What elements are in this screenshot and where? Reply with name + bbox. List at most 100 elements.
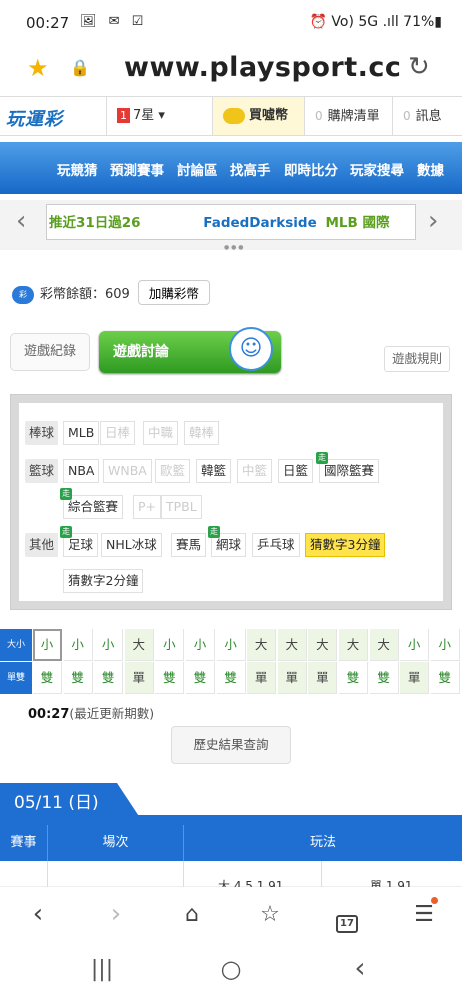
category-nhl[interactable]: NHL冰球 bbox=[101, 533, 162, 557]
menu-icon[interactable]: ☰ bbox=[404, 902, 444, 927]
lock-icon[interactable]: 🔒 bbox=[70, 58, 90, 77]
category-row-basketball: 籃球 NBA WNBA 歐籃 韓籃 中籃 日籃 走國際籃賽 bbox=[19, 452, 443, 485]
trend-parity-cell: 雙 bbox=[216, 662, 246, 694]
category-euro-basketball: 歐籃 bbox=[155, 459, 191, 483]
forward-icon: › bbox=[110, 899, 122, 929]
tab-game-records[interactable]: 遊戲紀錄 bbox=[10, 333, 90, 371]
site-logo[interactable]: 玩運彩 bbox=[6, 105, 63, 131]
trend-size-cell: 小 bbox=[216, 629, 246, 661]
chevron-left-icon[interactable]: ‹ bbox=[16, 206, 26, 236]
trend-size-cell: 小 bbox=[63, 629, 93, 661]
trend-size-cell: 小 bbox=[155, 629, 185, 661]
coin-balance: 彩彩幣餘額：609 加購彩幣 bbox=[12, 280, 210, 306]
category-nba[interactable]: NBA bbox=[63, 459, 100, 483]
category-kbo: 韓棒 bbox=[184, 421, 220, 445]
trend-parity-cell: 雙 bbox=[430, 662, 460, 694]
nav-item-experts[interactable]: 找高手 bbox=[230, 159, 271, 179]
menu-notification-dot bbox=[431, 897, 438, 904]
live-badge: 走 bbox=[60, 526, 72, 538]
category-mlb[interactable]: MLB bbox=[63, 421, 100, 445]
home-circle-icon[interactable]: ○ bbox=[211, 955, 251, 983]
category-guess-number-2min[interactable]: 猜數字2分鐘 bbox=[63, 569, 144, 593]
category-bleague[interactable]: 日籃 bbox=[278, 459, 314, 483]
game-rules-button[interactable]: 遊戲規則 bbox=[384, 346, 450, 372]
tab-game-discussion[interactable]: 遊戲討論 ☺ bbox=[99, 327, 281, 373]
bookmarks-icon[interactable]: ☆ bbox=[250, 902, 290, 927]
category-row-other: 其他 走足球 NHL冰球 賽馬 走網球 乒乓球 猜數字3分鐘 bbox=[19, 526, 443, 559]
lottery-coin-icon: 彩 bbox=[12, 285, 34, 304]
url-text[interactable]: www.playsport.cc bbox=[124, 52, 401, 83]
main-nav: 玩競猜 預測賽事 討論區 找高手 即時比分 玩家搜尋 數據 bbox=[0, 142, 462, 194]
ticker-box[interactable]: 推近31日過26 FadedDarkside MLB 國際 bbox=[46, 204, 416, 240]
chevron-down-icon: ▾ bbox=[158, 108, 165, 123]
system-nav-bar: ||| ○ ‹ bbox=[0, 943, 462, 1000]
category-guess-number-3min[interactable]: 猜數字3分鐘 bbox=[305, 533, 386, 557]
balance-text: 彩幣餘額：609 bbox=[40, 287, 130, 302]
reload-icon[interactable]: ↻ bbox=[408, 52, 430, 82]
trend-size-cell: 大 bbox=[124, 629, 154, 661]
trend-size-cell: 小 bbox=[33, 629, 62, 661]
category-tennis[interactable]: 走網球 bbox=[208, 526, 247, 557]
trend-size-cell: 大 bbox=[339, 629, 368, 661]
nav-item-data[interactable]: 數據 bbox=[417, 159, 444, 179]
messages-count: 0 bbox=[403, 109, 411, 123]
back-icon[interactable]: ‹ bbox=[18, 899, 58, 929]
bookmark-star-icon[interactable]: ★ bbox=[27, 54, 49, 82]
nav-item-forum[interactable]: 討論區 bbox=[177, 159, 218, 179]
buy-coins-label: 買噓幣 bbox=[249, 108, 289, 123]
category-tennis-label: 網球 bbox=[216, 537, 242, 552]
home-icon[interactable]: ⌂ bbox=[172, 902, 212, 927]
cart-button[interactable]: 0 購牌清單 bbox=[304, 97, 392, 135]
tabs-button[interactable]: 17 bbox=[327, 903, 367, 933]
category-sbl: 中籃 bbox=[237, 459, 273, 483]
nav-item-guess[interactable]: 玩競猜 bbox=[57, 159, 98, 179]
nav-item-player-search[interactable]: 玩家搜尋 bbox=[350, 159, 404, 179]
trend-parity-label: 單雙 bbox=[0, 662, 32, 694]
trend-size-cell: 大 bbox=[247, 629, 277, 661]
messages-button[interactable]: 0 訊息 bbox=[392, 97, 462, 135]
nav-item-live-score[interactable]: 即時比分 bbox=[284, 159, 338, 179]
trend-size-cell: 大 bbox=[369, 629, 399, 661]
last-update-time: 00:27 bbox=[28, 707, 70, 722]
trend-size-cell: 小 bbox=[400, 629, 430, 661]
nav-item-predict[interactable]: 預測賽事 bbox=[110, 159, 164, 179]
recent-apps-icon[interactable]: ||| bbox=[82, 957, 122, 982]
category-horse-racing[interactable]: 賽馬 bbox=[171, 533, 207, 557]
live-badge: 走 bbox=[316, 452, 328, 464]
table-cell bbox=[0, 861, 48, 887]
trend-parity-cell: 雙 bbox=[94, 662, 124, 694]
category-intl-basketball[interactable]: 走國際籃賽 bbox=[316, 452, 380, 483]
buy-coins-button[interactable]: 買噓幣 bbox=[212, 97, 304, 135]
messages-label: 訊息 bbox=[415, 109, 442, 124]
category-row-baseball: 棒球 MLB 日棒 中職 韓棒 bbox=[19, 421, 443, 447]
notification-icons: 🖼 ✉ ☑ bbox=[80, 14, 148, 29]
trend-parity-cell: 雙 bbox=[186, 662, 215, 694]
history-query-button[interactable]: 歷史結果查詢 bbox=[171, 726, 291, 764]
category-intl-basketball-label: 國際籃賽 bbox=[324, 463, 375, 478]
mascot-icon: ☺ bbox=[229, 327, 273, 371]
last-update-note: (最近更新期數) bbox=[69, 706, 155, 721]
ticker-user: FadedDarkside bbox=[203, 215, 317, 231]
live-badge: 走 bbox=[60, 488, 72, 500]
col-match: 場次 bbox=[48, 825, 184, 861]
add-coins-button[interactable]: 加購彩幣 bbox=[137, 280, 210, 305]
coin-icon bbox=[223, 107, 245, 124]
trend-size-cell: 小 bbox=[94, 629, 124, 661]
category-table-tennis[interactable]: 乒乓球 bbox=[252, 533, 300, 557]
chevron-right-icon[interactable]: › bbox=[428, 206, 438, 236]
category-kbl[interactable]: 韓籃 bbox=[196, 459, 232, 483]
trend-parity-cell: 雙 bbox=[155, 662, 185, 694]
match-table-header: 賽事 場次 玩法 bbox=[0, 825, 462, 861]
category-row-basketball-2: 走綜合籃賽 P+ TPBL bbox=[19, 488, 443, 521]
browser-url-bar: ★ 🔒 www.playsport.cc ↻ bbox=[0, 46, 462, 92]
category-label: 籃球 bbox=[25, 459, 59, 483]
clock: 00:27 bbox=[26, 14, 70, 32]
system-back-icon[interactable]: ‹ bbox=[340, 951, 380, 984]
category-soccer[interactable]: 走足球 bbox=[60, 526, 99, 557]
tab-count: 17 bbox=[336, 915, 358, 933]
trend-parity-cell: 雙 bbox=[339, 662, 368, 694]
category-combined-basketball-label: 綜合籃賽 bbox=[68, 499, 119, 514]
category-soccer-label: 足球 bbox=[68, 537, 94, 552]
stars-dropdown[interactable]: 1 7星 ▾ bbox=[106, 97, 210, 135]
category-combined-basketball[interactable]: 走綜合籃賽 bbox=[60, 488, 124, 519]
